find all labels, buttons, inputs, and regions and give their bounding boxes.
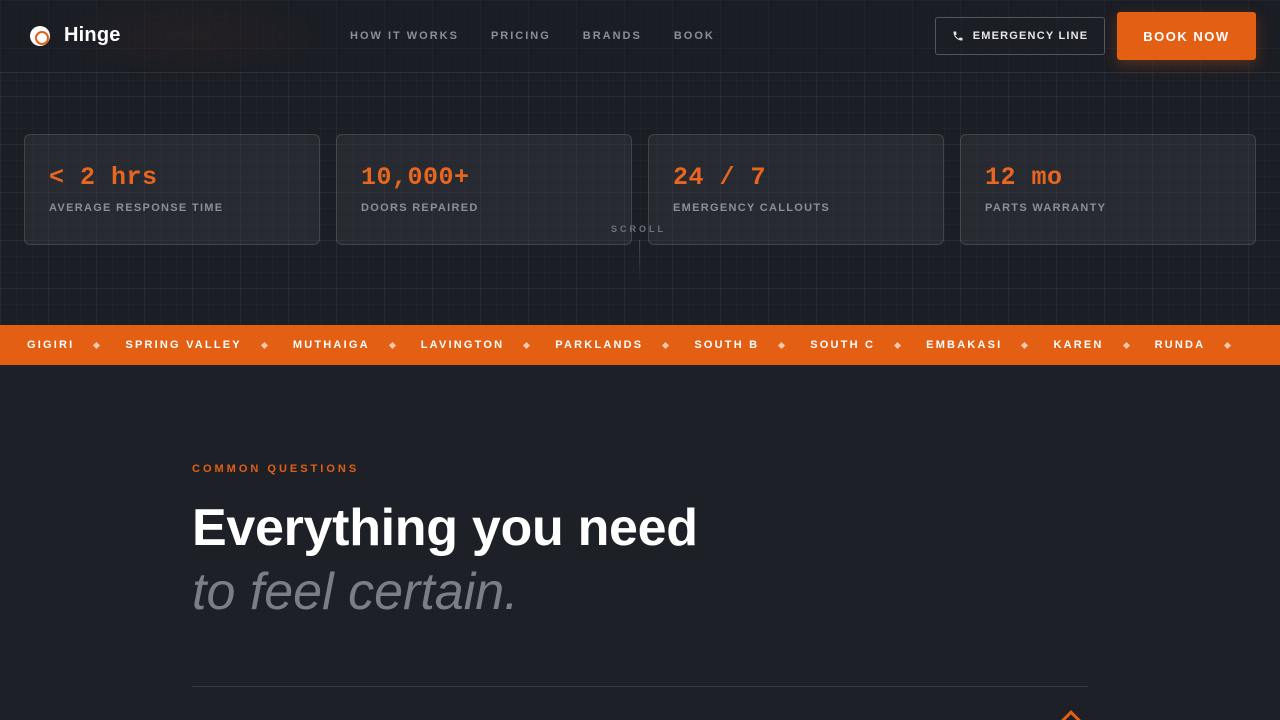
chevron-up-icon[interactable] [1061,710,1081,720]
ticker-label: SOUTH B [694,339,760,351]
faq-subheading: to feel certain. [192,563,519,621]
ticker-label: MUTHAIGA [292,339,370,351]
stat-label: PARTS WARRANTY [985,202,1107,214]
ticker-item: RUNDA [1155,339,1257,351]
nav-link-how-it-works[interactable]: HOW IT WORKS [350,30,459,42]
faq-divider [192,686,1088,687]
brand-name: Hinge [64,24,121,46]
diamond-separator-icon [260,341,268,349]
faq-heading: Everything you need [192,499,698,557]
faq-eyebrow: COMMON QUESTIONS [192,463,360,475]
diamond-separator-icon [1224,341,1232,349]
ticker-item: GIGIRI [27,339,125,351]
diamond-separator-icon [662,341,670,349]
stat-value: 12 mo [985,163,1063,192]
ticker-label: PARKLANDS [555,339,644,351]
stat-label: DOORS REPAIRED [361,202,479,214]
stat-value: 10,000+ [361,163,470,192]
ticker-item: MUTHAIGA [293,339,421,351]
scroll-line [639,240,640,284]
ticker-item: SPRING VALLEY [125,339,292,351]
ticker-item: SOUTH B [694,339,810,351]
ticker-label: LAVINGTON [420,339,505,351]
brand[interactable]: Hinge [30,24,121,47]
stat-label: AVERAGE RESPONSE TIME [49,202,224,214]
logo-icon [30,25,50,46]
ticker-item: LAVINGTON [421,339,556,351]
ticker-item: KAREN [1053,339,1154,351]
diamond-separator-icon [523,341,531,349]
ticker-item: EMBAKASI [926,339,1053,351]
ticker-label: KAREN [1053,339,1104,351]
nav-links: HOW IT WORKS PRICING BRANDS BOOK [350,30,747,42]
neighborhood-ticker: GIGIRI SPRING VALLEY MUTHAIGA LAVINGTON … [0,325,1280,365]
emergency-line-button[interactable]: EMERGENCY LINE [935,17,1105,55]
diamond-separator-icon [1122,341,1130,349]
top-nav: Hinge HOW IT WORKS PRICING BRANDS BOOK E… [0,0,1280,73]
stat-card-response: < 2 hrs AVERAGE RESPONSE TIME [24,134,320,245]
faq-section: COMMON QUESTIONS Everything you need to … [192,463,1088,622]
stat-value: < 2 hrs [49,163,158,192]
ticker-label: GIGIRI [27,339,75,351]
scroll-hint: SCROLL [611,224,666,234]
stat-value: 24 / 7 [673,163,767,192]
nav-link-brands[interactable]: BRANDS [583,30,642,42]
ticker-label: SPRING VALLEY [125,339,242,351]
ticker-label: SOUTH C [810,339,876,351]
ticker-item: PARKLANDS [555,339,694,351]
stat-card-emergency: 24 / 7 EMERGENCY CALLOUTS [648,134,944,245]
ticker-label: EMBAKASI [926,339,1003,351]
diamond-separator-icon [1021,341,1029,349]
ticker-label: RUNDA [1154,339,1206,351]
ticker-item: SOUTH C [810,339,926,351]
emergency-line-label: EMERGENCY LINE [972,30,1089,42]
stat-card-warranty: 12 mo PARTS WARRANTY [960,134,1256,245]
book-now-button[interactable]: BOOK NOW [1117,12,1256,60]
diamond-separator-icon [93,341,101,349]
phone-icon [953,31,963,41]
nav-link-book[interactable]: BOOK [674,30,715,42]
diamond-separator-icon [894,341,902,349]
diamond-separator-icon [388,341,396,349]
nav-link-pricing[interactable]: PRICING [491,30,551,42]
diamond-separator-icon [778,341,786,349]
stat-label: EMERGENCY CALLOUTS [673,202,831,214]
stat-card-doors: 10,000+ DOORS REPAIRED [336,134,632,245]
